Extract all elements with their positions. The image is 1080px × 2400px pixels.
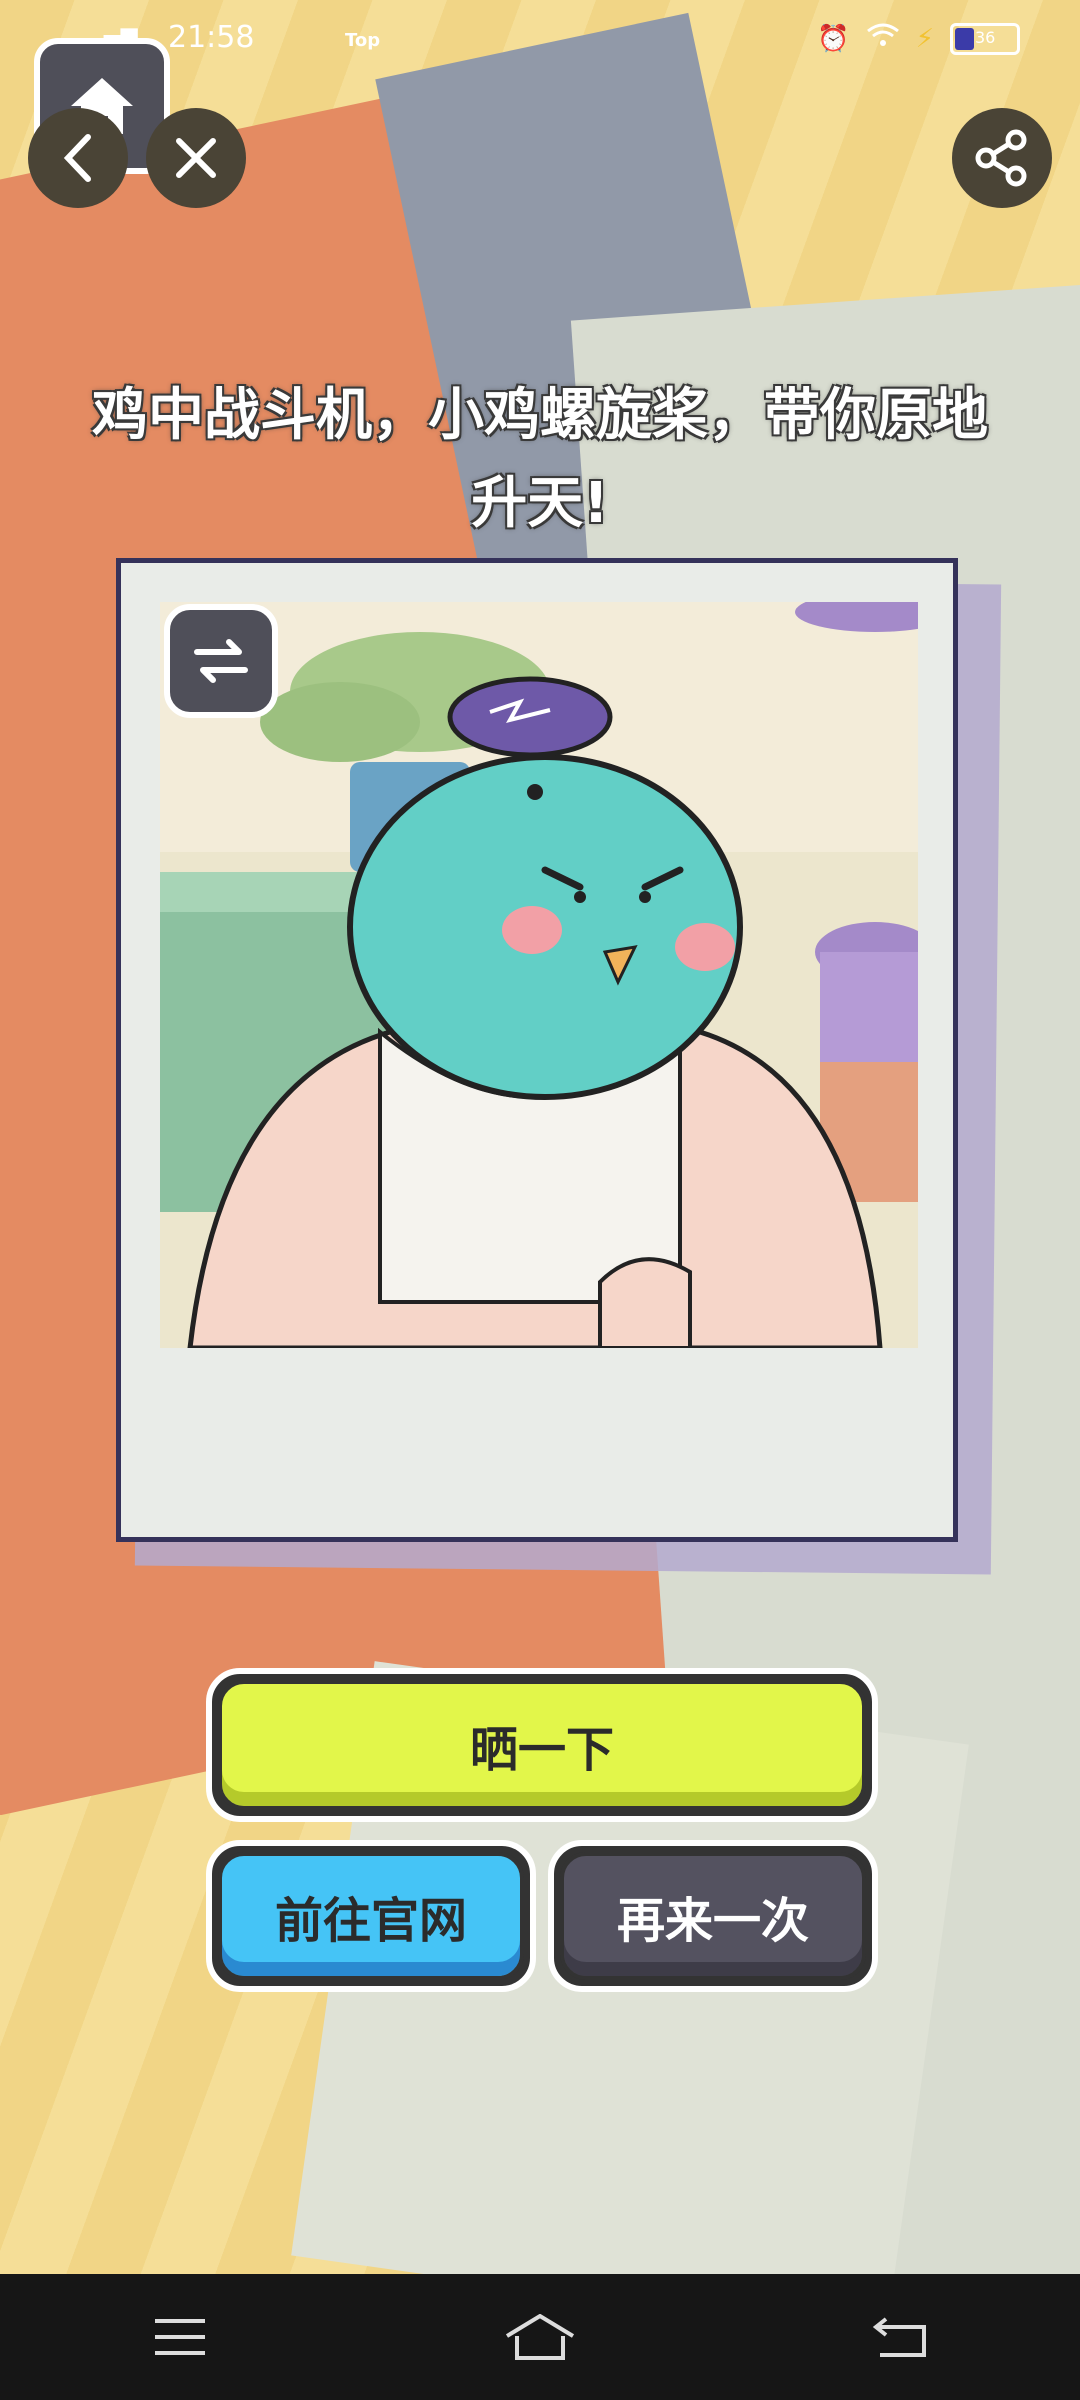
nav-home-button[interactable] [495,2302,585,2372]
close-icon [176,138,216,178]
close-button[interactable] [146,108,246,208]
result-illustration [160,602,918,1348]
share-icon [975,129,1027,187]
share-button[interactable] [952,108,1052,208]
official-site-button[interactable]: 前往官网 [206,1840,536,1992]
back-icon [872,2317,926,2357]
alarm-icon: ⏰ [817,23,850,54]
official-site-label: 前往官网 [274,1893,467,1949]
swap-icon [194,639,248,683]
share-result-label: 晒一下 [469,1722,614,1778]
menu-icon [155,2319,205,2355]
retry-button[interactable]: 再来一次 [548,1840,878,1992]
wifi-icon [866,22,900,55]
share-result-button[interactable]: 晒一下 [206,1668,878,1822]
battery-level: 36 [975,27,996,47]
nav-back-button[interactable] [855,2302,945,2372]
back-button[interactable] [28,108,128,208]
status-app-tag: Top [345,30,381,51]
retry-label: 再来一次 [616,1893,809,1949]
swap-button[interactable] [164,604,278,718]
chevron-left-icon [63,134,91,182]
battery-icon: 36 [950,22,1020,55]
status-time: 21:58 [168,20,255,55]
system-nav-bar [0,2274,1080,2400]
nav-menu-button[interactable] [135,2302,225,2372]
charging-icon: ⚡ [915,23,934,54]
home-icon [505,2314,575,2360]
result-headline: 鸡中战斗机，小鸡螺旋桨，带你原地升天! [92,383,988,536]
